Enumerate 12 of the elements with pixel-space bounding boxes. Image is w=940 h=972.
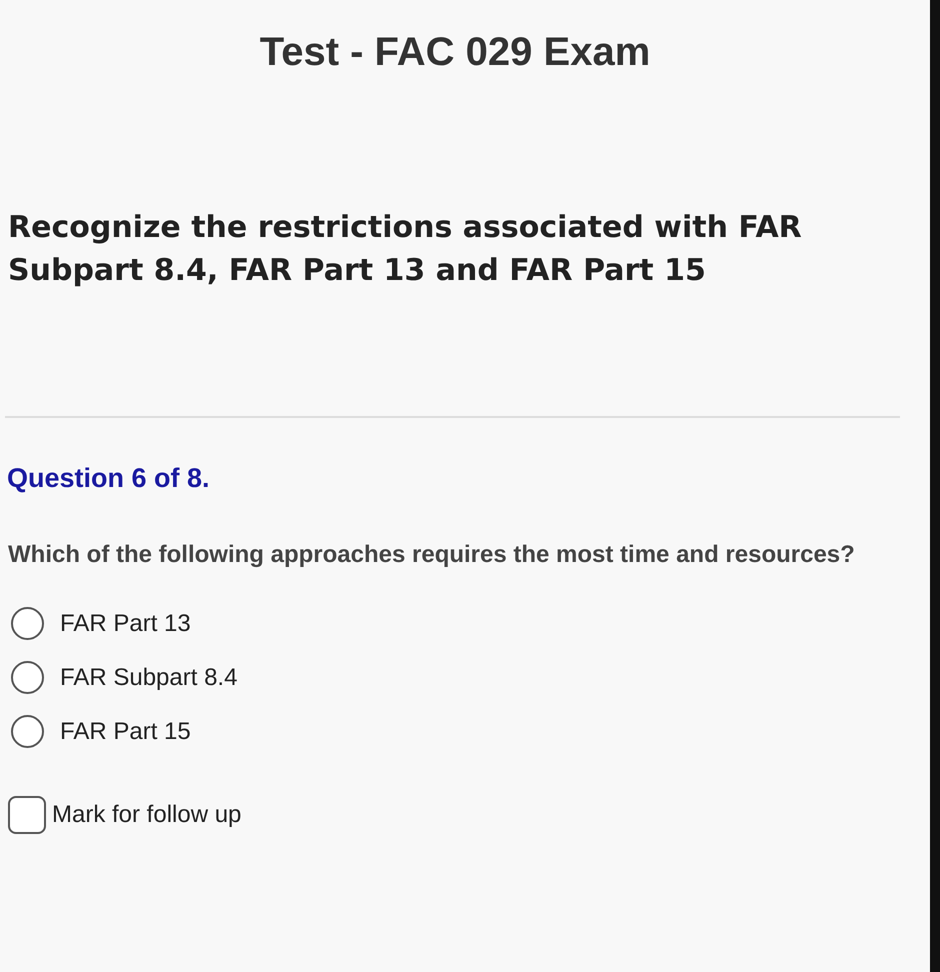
checkbox[interactable] bbox=[8, 796, 46, 834]
page-title: Test - FAC 029 Exam bbox=[260, 29, 650, 76]
question-text: Which of the following approaches requires the most time and resources? bbox=[8, 540, 856, 570]
answer-option[interactable]: FAR Subpart 8.4 bbox=[11, 662, 930, 694]
question-counter: Question 6 of 8. bbox=[7, 462, 211, 495]
answer-option[interactable]: FAR Part 13 bbox=[11, 608, 930, 640]
objective-heading: Recognize the restrictions associated with FAR Subpart 8.4, FAR Part 13 and FAR Part 15 bbox=[8, 209, 803, 290]
follow-up-option[interactable]: Mark for follow up bbox=[8, 796, 930, 834]
radio-button[interactable] bbox=[11, 607, 44, 640]
answer-option[interactable]: FAR Part 15 bbox=[11, 716, 930, 748]
radio-button[interactable] bbox=[11, 715, 44, 748]
radio-button[interactable] bbox=[11, 661, 44, 694]
